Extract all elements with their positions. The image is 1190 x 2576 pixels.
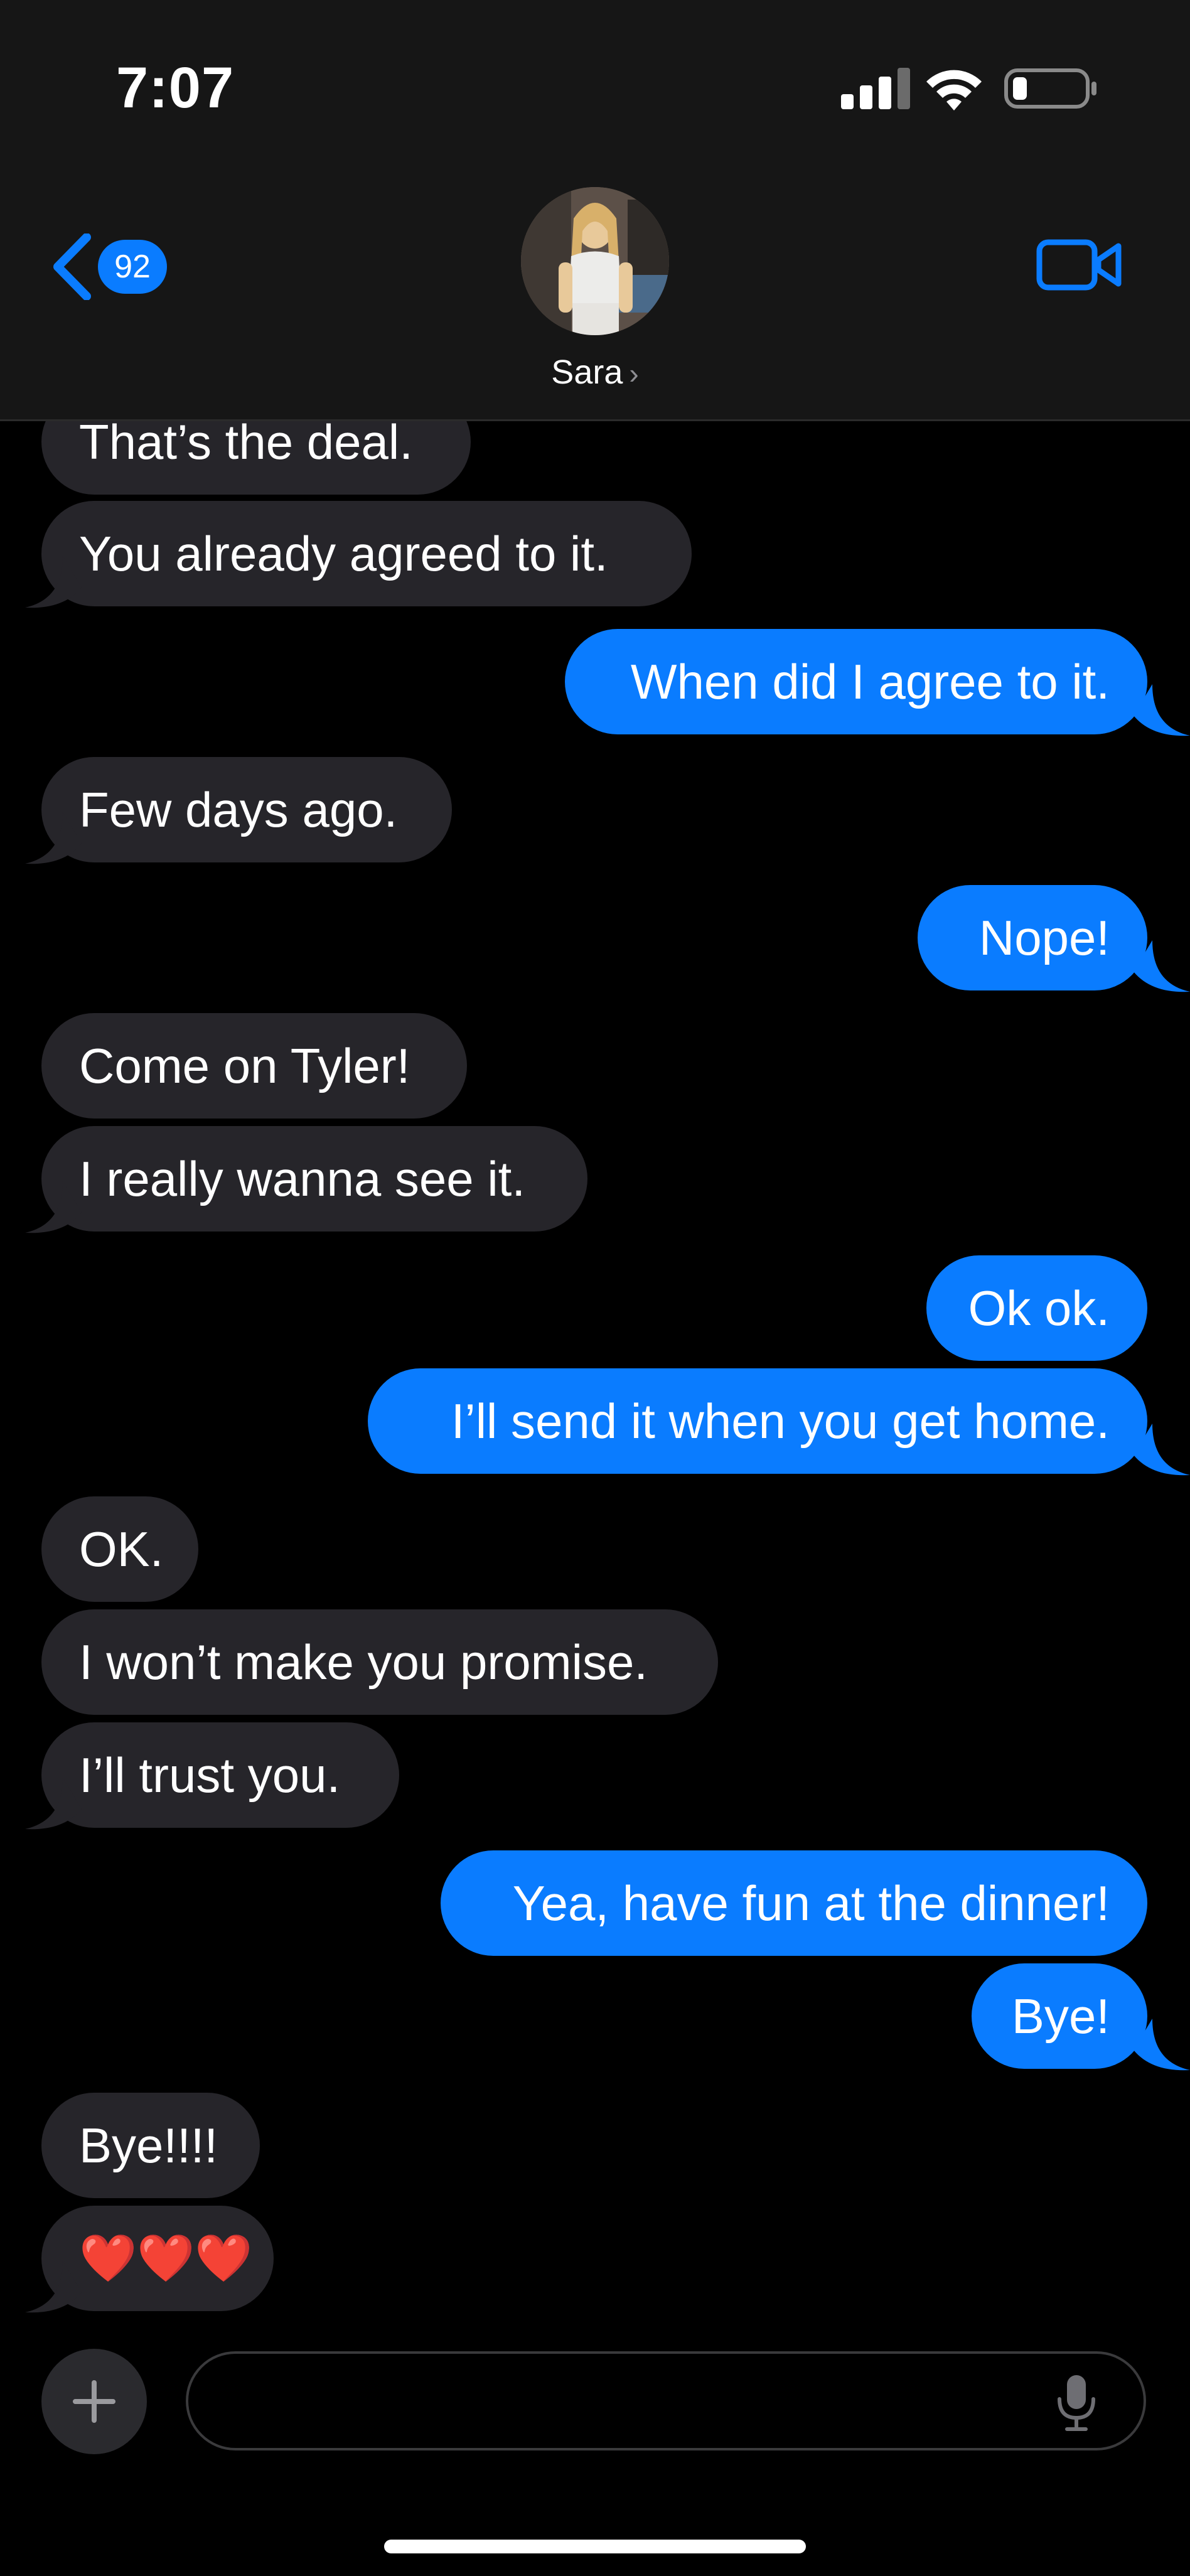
message-input[interactable] bbox=[220, 2373, 1038, 2430]
messages-screen: That’s the deal. You already agreed to i… bbox=[0, 0, 1190, 2576]
message-text: Nope! bbox=[978, 910, 1110, 965]
bubble-tail bbox=[25, 2261, 82, 2313]
message-bubble-outgoing[interactable]: I’ll send it when you get home. bbox=[368, 1368, 1147, 1474]
message-bubble-outgoing[interactable]: Bye! bbox=[972, 1963, 1147, 2069]
message-bubble-incoming[interactable]: I’ll trust you. bbox=[41, 1722, 399, 1828]
microphone-icon[interactable] bbox=[1054, 2374, 1098, 2432]
chevron-right-icon: › bbox=[629, 357, 639, 390]
message-text: When did I agree to it. bbox=[630, 654, 1110, 709]
bubble-tail bbox=[1134, 2019, 1190, 2071]
back-button[interactable]: 92 bbox=[50, 226, 176, 308]
message-text: You already agreed to it. bbox=[79, 526, 608, 581]
message-bubble-outgoing[interactable]: When did I agree to it. bbox=[565, 629, 1147, 734]
message-text: Come on Tyler! bbox=[79, 1038, 410, 1093]
unread-count-badge: 92 bbox=[98, 240, 167, 294]
message-text: I’ll trust you. bbox=[79, 1747, 341, 1803]
message-text: I really wanna see it. bbox=[79, 1151, 526, 1206]
bubble-tail bbox=[1134, 940, 1190, 992]
add-attachment-button[interactable] bbox=[41, 2349, 147, 2454]
message-bubble-incoming[interactable]: I really wanna see it. bbox=[41, 1126, 587, 1232]
bubble-tail bbox=[1134, 684, 1190, 736]
message-bubble-outgoing[interactable]: Ok ok. bbox=[926, 1255, 1147, 1361]
bubble-tail bbox=[1134, 1424, 1190, 1476]
message-text: I won’t make you promise. bbox=[79, 1634, 648, 1690]
conversation-header: 7:07 92 Sara › bbox=[0, 0, 1190, 421]
battery-icon bbox=[1004, 68, 1096, 109]
message-composer bbox=[186, 2351, 1146, 2450]
message-text: Yea, have fun at the dinner! bbox=[512, 1876, 1110, 1931]
message-bubble-incoming[interactable]: Few days ago. bbox=[41, 757, 452, 862]
message-text: Bye! bbox=[1011, 1988, 1110, 2044]
home-indicator[interactable] bbox=[384, 2540, 806, 2553]
message-bubble-incoming[interactable]: OK. bbox=[41, 1496, 198, 1602]
status-time: 7:07 bbox=[116, 56, 235, 120]
avatar-photo bbox=[521, 187, 669, 335]
bubble-tail bbox=[25, 1181, 82, 1233]
contact-avatar bbox=[521, 187, 669, 335]
message-text: I’ll send it when you get home. bbox=[451, 1393, 1110, 1449]
bubble-tail bbox=[25, 1778, 82, 1830]
contact-info-button[interactable]: Sara › bbox=[490, 182, 700, 402]
cellular-signal-icon bbox=[841, 68, 910, 109]
message-bubble-incoming[interactable]: Come on Tyler! bbox=[41, 1013, 467, 1119]
plus-icon bbox=[73, 2380, 115, 2423]
message-bubble-incoming[interactable]: You already agreed to it. bbox=[41, 501, 692, 606]
bubble-tail bbox=[25, 812, 82, 864]
message-bubble-outgoing[interactable]: Yea, have fun at the dinner! bbox=[441, 1850, 1147, 1956]
message-text: That’s the deal. bbox=[79, 414, 413, 470]
message-bubble-incoming[interactable]: Bye!!!! bbox=[41, 2093, 260, 2198]
message-bubble-incoming[interactable]: I won’t make you promise. bbox=[41, 1609, 718, 1715]
message-bubble-outgoing[interactable]: Nope! bbox=[918, 885, 1147, 990]
message-text: OK. bbox=[79, 1521, 164, 1577]
message-text: Few days ago. bbox=[79, 782, 398, 837]
video-camera-icon[interactable] bbox=[1036, 233, 1123, 296]
message-text: Bye!!!! bbox=[79, 2118, 218, 2173]
chevron-left-icon bbox=[53, 233, 91, 300]
contact-name-row[interactable]: Sara › bbox=[490, 353, 700, 397]
contact-name: Sara bbox=[551, 353, 623, 391]
wifi-icon bbox=[926, 70, 982, 110]
message-text-hearts: ❤️❤️❤️ bbox=[79, 2231, 253, 2285]
bubble-tail bbox=[25, 556, 82, 608]
message-text: Ok ok. bbox=[968, 1280, 1110, 1336]
